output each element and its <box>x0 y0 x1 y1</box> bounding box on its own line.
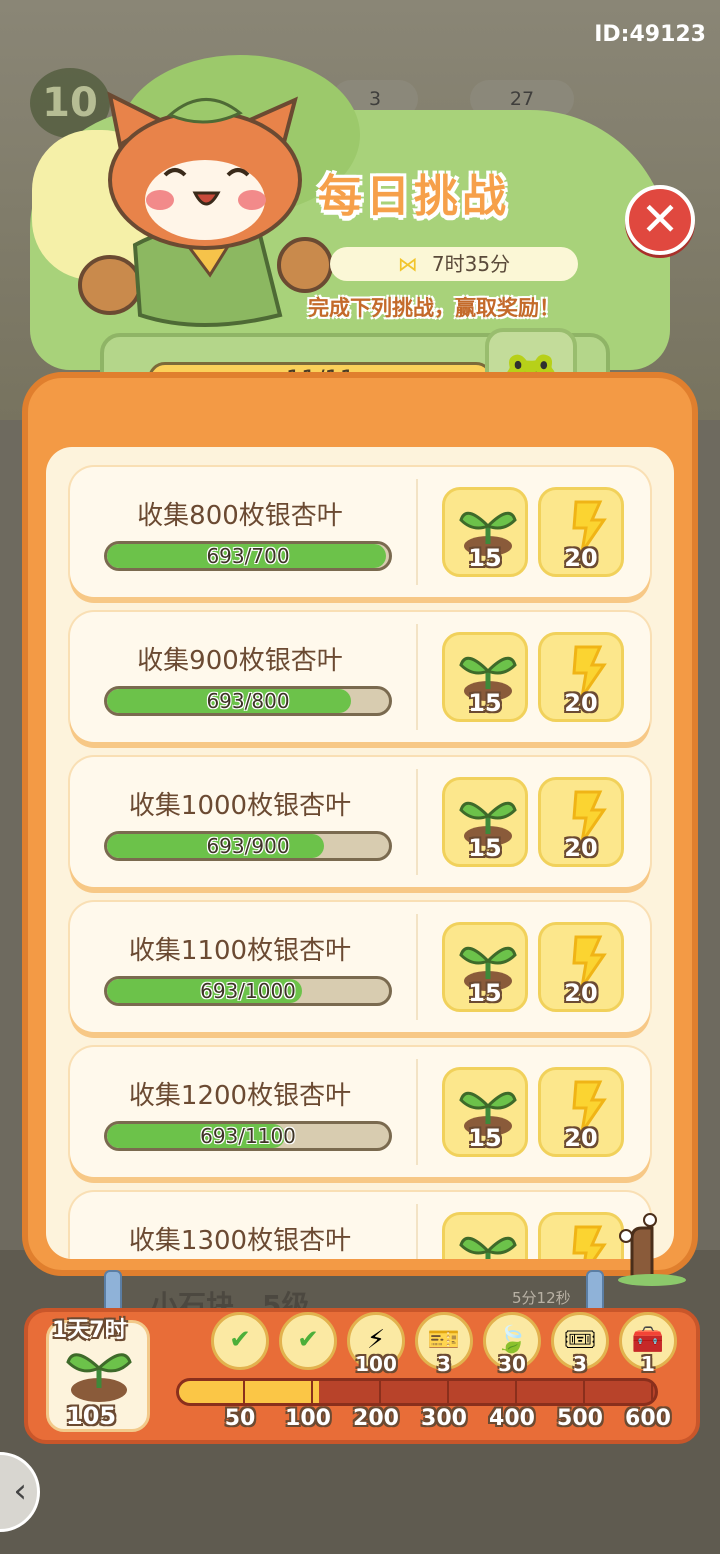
milestone-tick <box>379 1381 381 1403</box>
task-divider <box>416 479 418 585</box>
milestone-threshold: 200 <box>353 1406 399 1431</box>
milestone-qty: 1 <box>641 1352 655 1376</box>
milestone-reward[interactable]: ✔ <box>211 1312 269 1370</box>
reward-sprout[interactable]: 15 <box>442 777 528 867</box>
milestone-threshold: 100 <box>285 1406 331 1431</box>
milestone-tick <box>515 1381 517 1403</box>
reward-energy-qty: 20 <box>564 834 598 862</box>
reward-energy[interactable]: 20 <box>538 1067 624 1157</box>
milestone-tick <box>651 1381 653 1403</box>
task-row: 收集1300枚银杏叶 <box>70 1192 650 1259</box>
reward-sprout-qty: 15 <box>468 544 502 572</box>
task-divider <box>416 1059 418 1165</box>
reward-sprout[interactable]: 15 <box>442 1067 528 1157</box>
ticket-icon: 🎫 <box>427 1325 461 1355</box>
milestone-reward[interactable]: ✔ <box>279 1312 337 1370</box>
chest-icon: 🧰 <box>631 1325 665 1355</box>
snail-icon <box>618 1213 686 1286</box>
task-progress-bar: 693/800 <box>104 686 392 716</box>
close-icon: ✕ <box>640 192 680 246</box>
task-divider <box>416 1204 418 1259</box>
reward-sprout-qty: 15 <box>468 979 502 1007</box>
background-item-timer: 5分12秒 <box>512 1289 571 1307</box>
season-progress-fill <box>179 1381 320 1403</box>
check-icon: ✔ <box>229 1325 251 1355</box>
countdown-text: 7时35分 <box>431 252 511 276</box>
task-label: 收集900枚银杏叶 <box>137 646 343 676</box>
task-progress-text: 693/1000 <box>200 979 296 1003</box>
countdown-timer: ⋈ 7时35分 <box>330 247 578 281</box>
back-arrow-icon: ‹ <box>13 1471 27 1511</box>
milestone-qty: 100 <box>355 1352 397 1376</box>
reward-energy[interactable]: 20 <box>538 777 624 867</box>
bow-icon: ⋈ <box>397 252 418 276</box>
task-row: 收集1200枚银杏叶 693/1100 15 20 <box>70 1047 650 1177</box>
task-progress-text: 693/800 <box>206 689 290 713</box>
milestone-threshold: 500 <box>557 1406 603 1431</box>
task-row: 收集900枚银杏叶 693/800 15 20 <box>70 612 650 742</box>
sprout-icon <box>66 1353 132 1402</box>
player-id: ID:49123 <box>594 22 706 47</box>
season-progress-bar <box>176 1378 658 1406</box>
reward-energy-qty: 20 <box>564 544 598 572</box>
page-title: 每日挑战 <box>318 171 510 222</box>
reward-energy[interactable]: 20 <box>538 632 624 722</box>
subtitle: 完成下列挑战，赢取奖励！ <box>308 296 560 320</box>
task-progress-text: 693/700 <box>206 544 290 568</box>
task-row: 收集1000枚银杏叶 693/900 15 20 <box>70 757 650 887</box>
milestone-qty: 3 <box>573 1352 587 1376</box>
milestone-threshold: 400 <box>489 1406 535 1431</box>
milestone-tick <box>447 1381 449 1403</box>
task-progress-bar: 693/700 <box>104 541 392 571</box>
task-label: 收集1200枚银杏叶 <box>128 1081 352 1111</box>
coupon-icon: 🎟 <box>563 1325 597 1355</box>
reward-energy-qty: 20 <box>564 1124 598 1152</box>
energy-bolt-icon <box>572 1225 607 1259</box>
reward-sprout-qty: 15 <box>468 834 502 862</box>
task-list-scroll[interactable]: 收集800枚银杏叶 693/700 15 20 收集900枚银杏叶 693/800 15 20… <box>46 447 674 1259</box>
milestone-threshold: 50 <box>224 1406 256 1431</box>
milestone-tick <box>311 1381 313 1403</box>
milestone-qty: 3 <box>437 1352 451 1376</box>
reward-sprout[interactable]: 15 <box>442 632 528 722</box>
milestone-threshold: 300 <box>421 1406 467 1431</box>
milestone-tick <box>583 1381 585 1403</box>
task-label: 收集800枚银杏叶 <box>137 501 343 531</box>
reward-energy[interactable]: 20 <box>538 922 624 1012</box>
season-time-left: 1天7时 <box>52 1318 127 1343</box>
task-progress-text: 693/1100 <box>200 1124 296 1148</box>
task-row: 收集1100枚银杏叶 693/1000 15 20 <box>70 902 650 1032</box>
task-label: 收集1000枚银杏叶 <box>128 791 352 821</box>
reward-sprout-qty: 15 <box>468 1124 502 1152</box>
red-panda-mascot-icon <box>78 91 333 327</box>
task-divider <box>416 624 418 730</box>
reward-energy-qty: 20 <box>564 979 598 1007</box>
season-count: 105 <box>66 1402 117 1430</box>
reward-sprout[interactable]: 15 <box>442 487 528 577</box>
sprout-icon <box>459 1236 517 1259</box>
milestone-tick <box>243 1381 245 1403</box>
reward-energy[interactable]: 20 <box>538 487 624 577</box>
task-label: 收集1300枚银杏叶 <box>128 1226 352 1256</box>
task-row: 收集800枚银杏叶 693/700 15 20 <box>70 467 650 597</box>
milestone-qty: 30 <box>498 1352 526 1376</box>
leaf-icon: 🍃 <box>495 1325 529 1355</box>
task-list: 收集800枚银杏叶 693/700 15 20 收集900枚银杏叶 693/800 15 20… <box>70 467 650 1259</box>
task-progress-bar: 693/900 <box>104 831 392 861</box>
task-divider <box>416 769 418 875</box>
milestone-threshold: 600 <box>625 1406 671 1431</box>
task-progress-bar: 693/1100 <box>104 1121 392 1151</box>
check-icon: ✔ <box>297 1325 319 1355</box>
reward-sprout-qty: 15 <box>468 689 502 717</box>
task-label: 收集1100枚银杏叶 <box>128 936 352 966</box>
task-progress-bar: 693/1000 <box>104 976 392 1006</box>
close-button[interactable]: ✕ <box>625 185 695 255</box>
reward-energy-qty: 20 <box>564 689 598 717</box>
reward-sprout[interactable] <box>442 1212 528 1259</box>
task-progress-text: 693/900 <box>206 834 290 858</box>
task-divider <box>416 914 418 1020</box>
bolt-icon: ⚡ <box>366 1325 386 1355</box>
reward-sprout[interactable]: 15 <box>442 922 528 1012</box>
